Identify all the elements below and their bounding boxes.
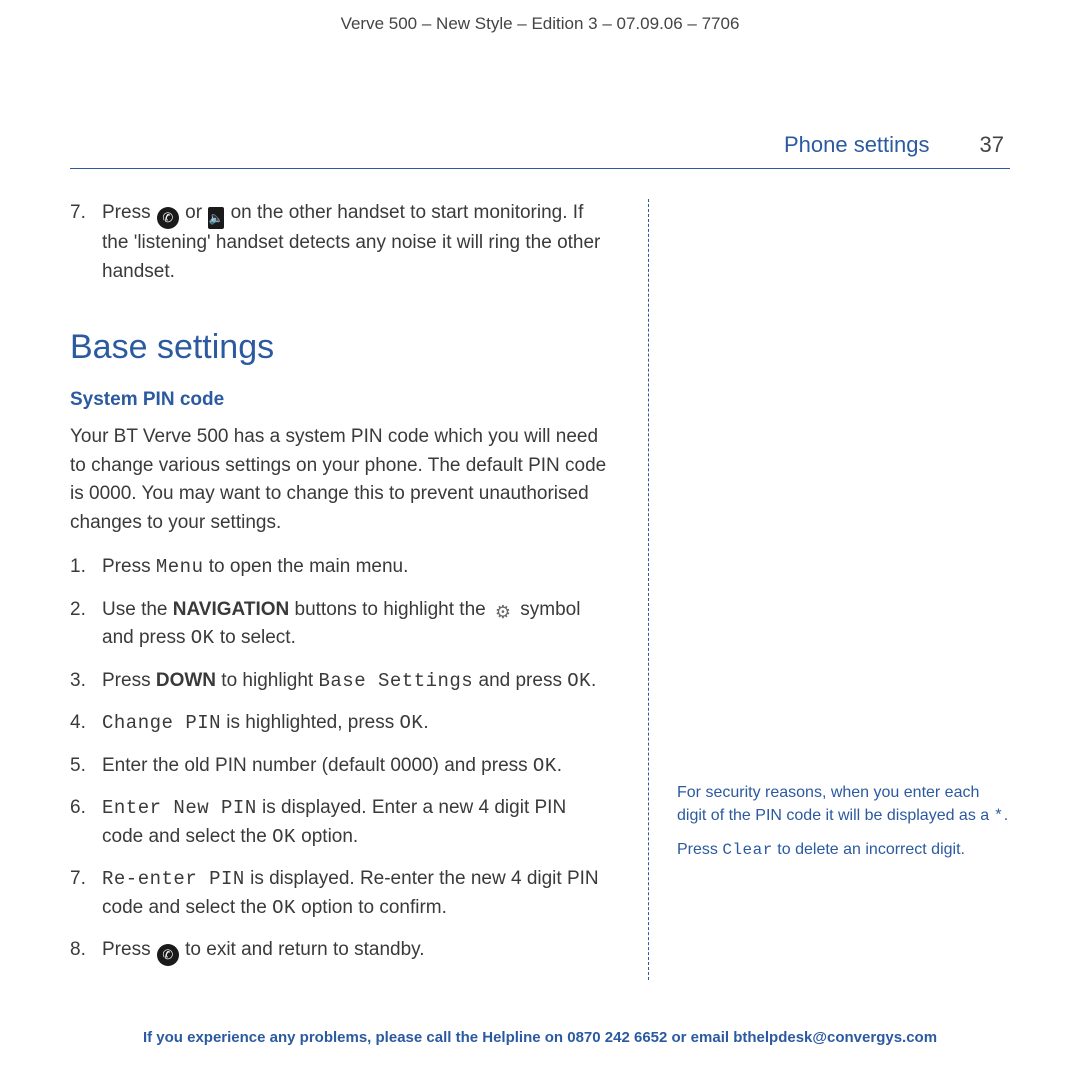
lcd-ok: OK <box>272 897 296 919</box>
footer-helpline: If you experience any problems, please c… <box>0 1029 1080 1046</box>
step-7-monitoring: Press ✆ or 🔈 on the other handset to sta… <box>70 199 608 286</box>
speaker-icon: 🔈 <box>208 207 224 229</box>
section-header: Phone settings 37 <box>70 42 1010 169</box>
intro-paragraph: Your BT Verve 500 has a system PIN code … <box>70 423 608 537</box>
step-6: Enter New PIN is displayed. Enter a new … <box>70 794 608 851</box>
side-note: For security reasons, when you enter eac… <box>677 781 1010 863</box>
lcd-star: * <box>994 807 1004 825</box>
step-8: Press ✆ to exit and return to standby. <box>70 936 608 966</box>
step-3: Press DOWN to highlight Base Settings an… <box>70 667 608 696</box>
lcd-base-settings: Base Settings <box>318 670 473 692</box>
continued-step-list: Press ✆ or 🔈 on the other handset to sta… <box>70 199 608 286</box>
page-number: 37 <box>980 132 1010 158</box>
step-7: Re-enter PIN is displayed. Re-enter the … <box>70 865 608 922</box>
pin-steps: Press Menu to open the main menu. Use th… <box>70 553 608 966</box>
lcd-ok: OK <box>400 712 424 734</box>
side-column: For security reasons, when you enter eac… <box>648 199 1010 980</box>
lcd-change-pin: Change PIN <box>102 712 221 734</box>
step-5: Enter the old PIN number (default 0000) … <box>70 752 608 781</box>
doc-header: Verve 500 – New Style – Edition 3 – 07.0… <box>70 0 1010 42</box>
main-column: Press ✆ or 🔈 on the other handset to sta… <box>70 199 648 980</box>
talk-icon: ✆ <box>157 944 179 966</box>
step-4: Change PIN is highlighted, press OK. <box>70 709 608 738</box>
side-note-p1: For security reasons, when you enter eac… <box>677 781 1010 828</box>
lcd-ok: OK <box>533 755 557 777</box>
lcd-ok: OK <box>567 670 591 692</box>
lcd-ok: OK <box>272 826 296 848</box>
heading-base-settings: Base settings <box>70 328 608 367</box>
lcd-clear: Clear <box>722 841 773 859</box>
step-2: Use the NAVIGATION buttons to highlight … <box>70 596 608 653</box>
talk-icon: ✆ <box>157 207 179 229</box>
down-bold: DOWN <box>156 670 216 691</box>
navigation-bold: NAVIGATION <box>173 599 289 620</box>
lcd-ok: OK <box>191 627 215 649</box>
step-1: Press Menu to open the main menu. <box>70 553 608 582</box>
section-title: Phone settings <box>784 132 930 158</box>
subheading-system-pin: System PIN code <box>70 389 608 411</box>
lcd-enter-new-pin: Enter New PIN <box>102 797 257 819</box>
lcd-reenter-pin: Re-enter PIN <box>102 868 245 890</box>
settings-gear-icon: ⚙ <box>491 602 515 622</box>
lcd-menu: Menu <box>156 556 204 578</box>
side-note-p2: Press Clear to delete an incorrect digit… <box>677 838 1010 862</box>
